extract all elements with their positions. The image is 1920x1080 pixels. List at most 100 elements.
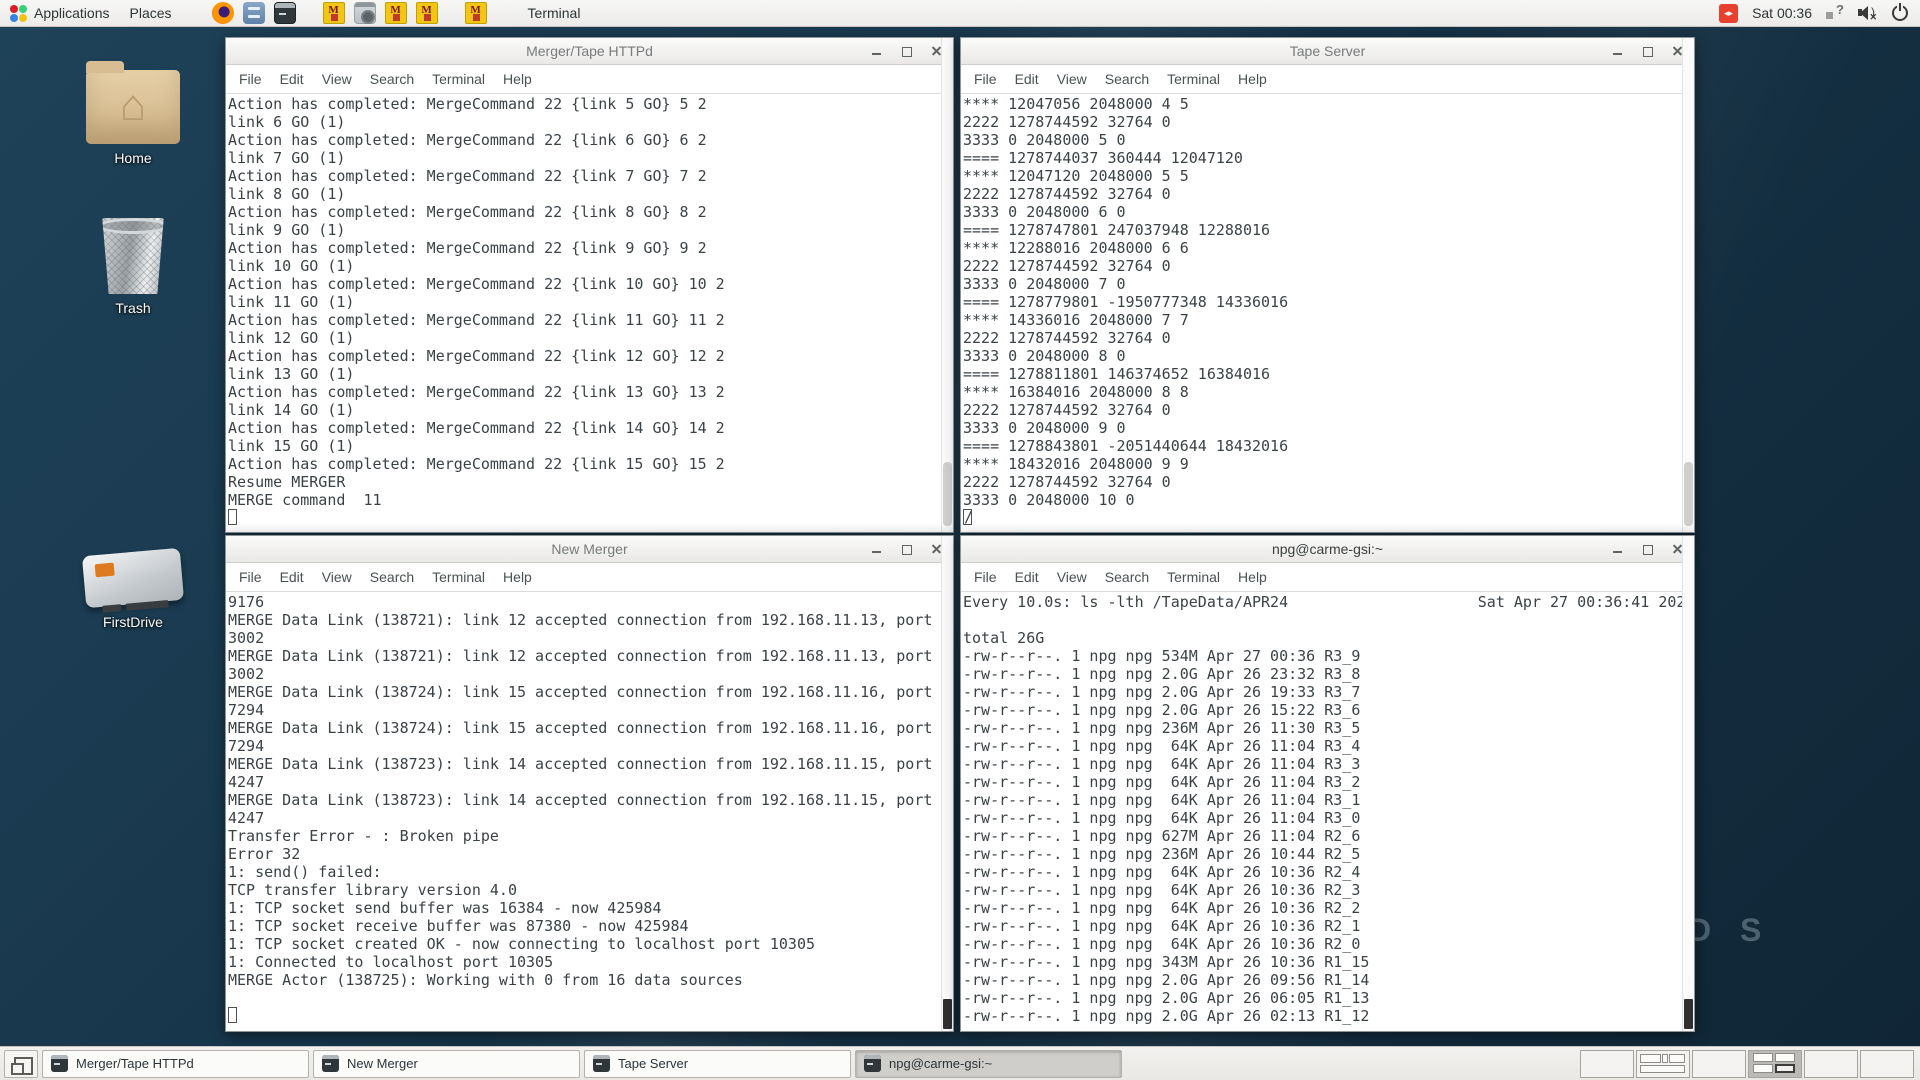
- desktop-icon-trash[interactable]: Trash: [58, 218, 208, 316]
- scrollbar[interactable]: [1682, 536, 1694, 1031]
- terminal-line: 3333 0 2048000 9 0: [963, 419, 1694, 437]
- terminal-line: -rw-r--r--. 1 npg npg 64K Apr 26 11:04 R…: [963, 809, 1694, 827]
- menu-search[interactable]: Search: [1096, 71, 1158, 87]
- minimize-button[interactable]: [870, 543, 883, 556]
- workspace-1[interactable]: [1580, 1050, 1634, 1078]
- file-manager-icon[interactable]: [243, 2, 265, 24]
- workspace-6[interactable]: [1860, 1050, 1914, 1078]
- midas-icon[interactable]: [416, 2, 438, 24]
- scrollbar-thumb[interactable]: [943, 999, 952, 1029]
- scrollbar-thumb[interactable]: [1684, 462, 1693, 526]
- terminal-output-tape-server[interactable]: **** 12047056 2048000 4 52222 1278744592…: [961, 94, 1694, 532]
- minimize-button[interactable]: [1611, 543, 1624, 556]
- titlebar[interactable]: npg@carme-gsi:~: [961, 536, 1694, 563]
- desktop-icon-firstdrive[interactable]: FirstDrive: [58, 548, 208, 630]
- terminal-line: 1: Connected to localhost port 10305: [228, 953, 953, 971]
- terminal-line: 1: send() failed:: [228, 863, 953, 881]
- power-icon[interactable]: [1892, 5, 1908, 21]
- menu-edit[interactable]: Edit: [1006, 71, 1048, 87]
- maximize-button[interactable]: [1641, 543, 1654, 556]
- menu-terminal[interactable]: Terminal: [423, 569, 494, 585]
- terminal-line: **** 12288016 2048000 6 6: [963, 239, 1694, 257]
- menu-terminal[interactable]: Terminal: [1158, 71, 1229, 87]
- taskbar-button-new-merger[interactable]: New Merger: [313, 1050, 580, 1078]
- desktop-icon-home[interactable]: ⌂ Home: [58, 70, 208, 166]
- terminal-cursor: [228, 509, 237, 525]
- menu-edit[interactable]: Edit: [1006, 569, 1048, 585]
- terminal-line: ==== 1278811801 146374652 16384016: [963, 365, 1694, 383]
- midas-icon[interactable]: [323, 2, 345, 24]
- menu-search[interactable]: Search: [361, 569, 423, 585]
- terminal-line: ==== 1278779801 -1950777348 14336016: [963, 293, 1694, 311]
- taskbar-button-tape-server[interactable]: Tape Server: [584, 1050, 851, 1078]
- terminal-line: link 6 GO (1): [228, 113, 953, 131]
- terminal-output-npg-carme-gsi[interactable]: Every 10.0s: ls -lth /TapeData/APR24 Sat…: [961, 592, 1694, 1031]
- menu-help[interactable]: Help: [1229, 71, 1276, 87]
- terminal-output-new-merger[interactable]: 9176MERGE Data Link (138721): link 12 ac…: [226, 592, 953, 1031]
- menu-view[interactable]: View: [313, 71, 361, 87]
- window-merger-tape-httpd: Merger/Tape HTTPd FileEditViewSearchTerm…: [225, 37, 954, 533]
- terminal-line: Action has completed: MergeCommand 22 {l…: [228, 275, 953, 293]
- terminal-line: Error 32: [228, 845, 953, 863]
- menu-help[interactable]: Help: [494, 71, 541, 87]
- terminal-line: MERGE Data Link (138721): link 12 accept…: [228, 647, 953, 665]
- taskbar-button-npg-carme-gsi[interactable]: npg@carme-gsi:~: [855, 1050, 1122, 1078]
- scrollbar[interactable]: [941, 38, 953, 532]
- scrollbar-thumb[interactable]: [1684, 999, 1693, 1029]
- terminal-line: -rw-r--r--. 1 npg npg 2.0G Apr 26 19:33 …: [963, 683, 1694, 701]
- maximize-button[interactable]: [900, 45, 913, 58]
- top-panel: Applications Places Terminal Sat 00:36 )…: [0, 0, 1920, 27]
- menu-view[interactable]: View: [1048, 71, 1096, 87]
- terminal-output-merger-tape-httpd[interactable]: Action has completed: MergeCommand 22 {l…: [226, 94, 953, 532]
- menu-help[interactable]: Help: [494, 569, 541, 585]
- taskbar-button-merger-tape-httpd[interactable]: Merger/Tape HTTPd: [42, 1050, 309, 1078]
- workspace-4[interactable]: [1748, 1050, 1802, 1078]
- menu-edit[interactable]: Edit: [271, 569, 313, 585]
- places-menu[interactable]: Places: [120, 0, 182, 26]
- menu-view[interactable]: View: [1048, 569, 1096, 585]
- applications-menu[interactable]: Applications: [0, 0, 120, 26]
- menu-search[interactable]: Search: [1096, 569, 1158, 585]
- network-question-icon[interactable]: [1826, 6, 1844, 20]
- workspace-3[interactable]: [1692, 1050, 1746, 1078]
- workspace-2[interactable]: [1636, 1050, 1690, 1078]
- scrollbar[interactable]: [941, 536, 953, 1031]
- menu-terminal[interactable]: Terminal: [423, 71, 494, 87]
- titlebar[interactable]: New Merger: [226, 536, 953, 563]
- menu-view[interactable]: View: [313, 569, 361, 585]
- terminal-line: TCP transfer library version 4.0: [228, 881, 953, 899]
- volume-muted-icon[interactable]: )✕: [1858, 5, 1878, 21]
- terminal-line: 1: TCP socket receive buffer was 87380 -…: [228, 917, 953, 935]
- clock[interactable]: Sat 00:36: [1752, 5, 1812, 21]
- menu-help[interactable]: Help: [1229, 569, 1276, 585]
- menu-file[interactable]: File: [230, 569, 271, 585]
- workspace-5[interactable]: [1804, 1050, 1858, 1078]
- menu-terminal[interactable]: Terminal: [1158, 569, 1229, 585]
- maximize-button[interactable]: [1641, 45, 1654, 58]
- show-desktop-button[interactable]: [4, 1050, 38, 1078]
- terminal-line: -rw-r--r--. 1 npg npg 236M Apr 26 10:44 …: [963, 845, 1694, 863]
- terminal-launcher-icon[interactable]: [274, 2, 296, 24]
- mini-window: [1662, 1054, 1668, 1063]
- focused-app-label[interactable]: Terminal: [528, 5, 581, 21]
- maximize-button[interactable]: [900, 543, 913, 556]
- menu-search[interactable]: Search: [361, 71, 423, 87]
- titlebar[interactable]: Tape Server: [961, 38, 1694, 65]
- menu-file[interactable]: File: [965, 569, 1006, 585]
- scrollbar[interactable]: [1682, 38, 1694, 532]
- minimize-button[interactable]: [870, 45, 883, 58]
- midas-icon[interactable]: [385, 2, 407, 24]
- terminal-line: -rw-r--r--. 1 npg npg 64K Apr 26 11:04 R…: [963, 791, 1694, 809]
- scrollbar-thumb[interactable]: [943, 462, 952, 526]
- midas-icon[interactable]: [465, 2, 487, 24]
- minimize-button[interactable]: [1611, 45, 1624, 58]
- menu-file[interactable]: File: [230, 71, 271, 87]
- titlebar[interactable]: Merger/Tape HTTPd: [226, 38, 953, 65]
- firefox-icon[interactable]: [212, 2, 234, 24]
- menu-edit[interactable]: Edit: [271, 71, 313, 87]
- screenshot-icon[interactable]: [354, 2, 376, 24]
- menu-file[interactable]: File: [965, 71, 1006, 87]
- terminal-line: 3333 0 2048000 8 0: [963, 347, 1694, 365]
- terminal-line: MERGE Actor (138725): Working with 0 fro…: [228, 971, 953, 989]
- remote-access-icon[interactable]: [1719, 4, 1738, 23]
